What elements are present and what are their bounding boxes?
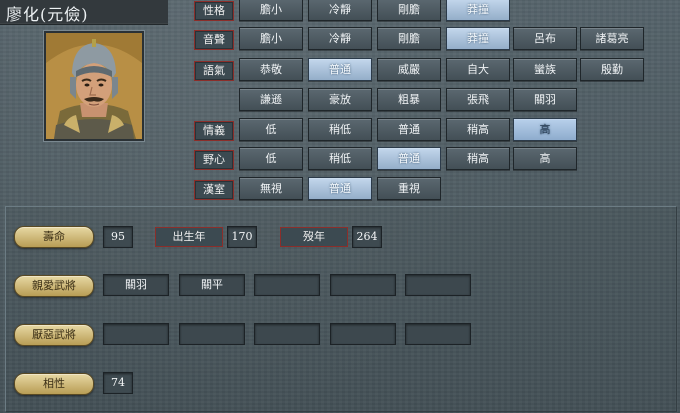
category-label-personality: 性格 — [194, 1, 234, 21]
liked-general-slot-2[interactable]: 關平 — [179, 274, 245, 296]
category-label-han-court: 漢室 — [194, 180, 234, 200]
ambition-option-3[interactable]: 普通 — [377, 147, 441, 170]
tone-option-9[interactable]: 粗暴 — [377, 88, 441, 111]
death-year-label: 歿年 — [280, 227, 348, 247]
loyalty-option-1[interactable]: 低 — [239, 118, 303, 141]
category-label-loyalty: 情義 — [194, 121, 234, 141]
voice-option-5[interactable]: 呂布 — [513, 27, 577, 50]
compatibility-value: 74 — [103, 372, 133, 394]
disliked-general-slot-2[interactable] — [179, 323, 245, 345]
han-court-option-2[interactable]: 普通 — [308, 177, 372, 200]
category-label-voice: 音聲 — [194, 30, 234, 50]
voice-option-6[interactable]: 諸葛亮 — [580, 27, 644, 50]
disliked-general-slot-5[interactable] — [405, 323, 471, 345]
loyalty-option-3[interactable]: 普通 — [377, 118, 441, 141]
general-portrait — [44, 31, 144, 141]
birth-year-value: 170 — [227, 226, 257, 248]
liked-general-slot-4[interactable] — [330, 274, 396, 296]
disliked-general-slot-4[interactable] — [330, 323, 396, 345]
voice-option-2[interactable]: 冷靜 — [308, 27, 372, 50]
personality-option-2[interactable]: 冷靜 — [308, 0, 372, 21]
liked-general-slot-5[interactable] — [405, 274, 471, 296]
tone-option-5[interactable]: 蠻族 — [513, 58, 577, 81]
ambition-option-1[interactable]: 低 — [239, 147, 303, 170]
tone-option-8[interactable]: 豪放 — [308, 88, 372, 111]
tone-option-2[interactable]: 普通 — [308, 58, 372, 81]
voice-option-3[interactable]: 剛膽 — [377, 27, 441, 50]
ambition-option-4[interactable]: 稍高 — [446, 147, 510, 170]
voice-option-1[interactable]: 膽小 — [239, 27, 303, 50]
tone-option-6[interactable]: 殷勤 — [580, 58, 644, 81]
ambition-option-5[interactable]: 高 — [513, 147, 577, 170]
compatibility-button[interactable]: 相性 — [14, 373, 94, 395]
personality-option-1[interactable]: 膽小 — [239, 0, 303, 21]
lifespan-button[interactable]: 壽命 — [14, 226, 94, 248]
personality-option-3[interactable]: 剛膽 — [377, 0, 441, 21]
voice-option-4[interactable]: 莽撞 — [446, 27, 510, 50]
loyalty-option-5[interactable]: 高 — [513, 118, 577, 141]
tone-option-1[interactable]: 恭敬 — [239, 58, 303, 81]
category-label-ambition: 野心 — [194, 150, 234, 170]
loyalty-option-4[interactable]: 稍高 — [446, 118, 510, 141]
liked-general-slot-1[interactable]: 關羽 — [103, 274, 169, 296]
han-court-option-3[interactable]: 重視 — [377, 177, 441, 200]
han-court-option-1[interactable]: 無視 — [239, 177, 303, 200]
general-name: 廖化(元儉) — [6, 5, 89, 24]
personality-option-4[interactable]: 莽撞 — [446, 0, 510, 21]
tone-option-3[interactable]: 威嚴 — [377, 58, 441, 81]
title-bar: 廖化(元儉) — [0, 0, 168, 25]
disliked-general-slot-3[interactable] — [254, 323, 320, 345]
tone-option-7[interactable]: 謙遜 — [239, 88, 303, 111]
death-year-value: 264 — [352, 226, 382, 248]
tone-option-10[interactable]: 張飛 — [446, 88, 510, 111]
tone-option-11[interactable]: 關羽 — [513, 88, 577, 111]
disliked-generals-button[interactable]: 厭惡武將 — [14, 324, 94, 346]
category-label-tone: 語氣 — [194, 61, 234, 81]
tone-option-4[interactable]: 自大 — [446, 58, 510, 81]
loyalty-option-2[interactable]: 稍低 — [308, 118, 372, 141]
portrait-image — [46, 33, 142, 139]
liked-generals-button[interactable]: 親愛武將 — [14, 275, 94, 297]
ambition-option-2[interactable]: 稍低 — [308, 147, 372, 170]
disliked-general-slot-1[interactable] — [103, 323, 169, 345]
liked-general-slot-3[interactable] — [254, 274, 320, 296]
lifespan-value: 95 — [103, 226, 133, 248]
birth-year-label: 出生年 — [155, 227, 223, 247]
